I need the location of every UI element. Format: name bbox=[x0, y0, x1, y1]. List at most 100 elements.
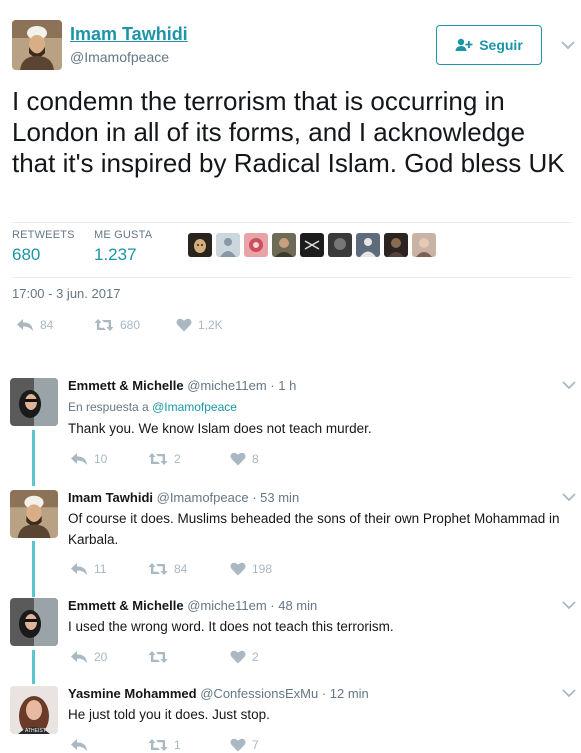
reply-text: I used the wrong word. It does not teach… bbox=[68, 619, 394, 634]
author-name[interactable]: Yasmine Mohammed bbox=[68, 686, 197, 701]
retweet-icon bbox=[148, 739, 168, 751]
chevron-down-icon[interactable] bbox=[562, 380, 576, 390]
reply-header: Yasmine Mohammed @ConfessionsExMu · 12 m… bbox=[68, 686, 369, 701]
reply-icon bbox=[71, 563, 87, 575]
avatar[interactable] bbox=[10, 598, 58, 646]
avatar[interactable]: ATHEIST bbox=[10, 686, 58, 734]
liker-avatar[interactable] bbox=[272, 233, 296, 257]
reply-count: 11 bbox=[94, 562, 107, 576]
reply-count: 84 bbox=[40, 318, 54, 332]
like-button[interactable]: 7 bbox=[230, 738, 259, 752]
in-reply-to: En respuesta a @Imamofpeace bbox=[68, 400, 237, 414]
retweet-button[interactable]: 1 bbox=[148, 738, 230, 752]
retweet-button[interactable] bbox=[148, 650, 230, 664]
reply-time[interactable]: · 1 h bbox=[270, 378, 296, 393]
liker-avatar[interactable] bbox=[412, 233, 436, 257]
like-button[interactable]: 2 bbox=[230, 650, 259, 664]
reply-time[interactable]: · 53 min bbox=[252, 490, 299, 505]
author-handle[interactable]: @ConfessionsExMu bbox=[200, 686, 318, 701]
like-count: 1,2K bbox=[198, 318, 223, 332]
liker-avatar[interactable] bbox=[356, 233, 380, 257]
liker-avatar[interactable] bbox=[244, 233, 268, 257]
retweet-button[interactable]: 2 bbox=[148, 452, 230, 466]
svg-text:ATHEIST: ATHEIST bbox=[25, 728, 46, 734]
retweet-count: 84 bbox=[174, 562, 188, 576]
retweets-stat[interactable]: RETWEETS 680 bbox=[12, 229, 75, 265]
follow-button[interactable]: Seguir bbox=[436, 25, 542, 65]
retweet-count: 1 bbox=[174, 738, 181, 752]
reply-tweet[interactable]: Emmett & Michelle @miche11em · 1 h En re… bbox=[0, 370, 581, 482]
reply-count: 20 bbox=[94, 650, 108, 664]
reply-button[interactable]: 20 bbox=[70, 650, 148, 664]
author-name[interactable]: Imam Tawhidi bbox=[68, 490, 153, 505]
add-user-icon bbox=[455, 38, 473, 51]
like-count: 7 bbox=[252, 738, 259, 752]
retweets-label: RETWEETS bbox=[12, 229, 75, 241]
like-button[interactable]: 198 bbox=[230, 562, 272, 576]
heart-icon bbox=[230, 738, 246, 752]
avatar[interactable] bbox=[10, 490, 58, 538]
tweet-stats: RETWEETS 680 ME GUSTA 1.237 bbox=[12, 222, 572, 278]
author-name[interactable]: Emmett & Michelle bbox=[68, 598, 184, 613]
author-handle[interactable]: @miche11em bbox=[187, 378, 266, 393]
reply-icon bbox=[71, 739, 87, 751]
reply-actions: 10 2 8 bbox=[70, 452, 259, 466]
author-handle[interactable]: @Imamofpeace bbox=[157, 490, 249, 505]
reply-header: Imam Tawhidi @Imamofpeace · 53 min bbox=[68, 490, 299, 505]
reply-actions: 1 7 bbox=[70, 738, 259, 752]
chevron-down-icon[interactable] bbox=[562, 600, 576, 610]
chevron-down-icon[interactable] bbox=[562, 688, 576, 698]
retweet-icon bbox=[148, 453, 168, 465]
reply-time[interactable]: · 48 min bbox=[270, 598, 317, 613]
reply-text: He just told you it does. Just stop. bbox=[68, 707, 270, 722]
tweet-timestamp[interactable]: 17:00 - 3 jun. 2017 bbox=[12, 286, 120, 301]
reply-header: Emmett & Michelle @miche11em · 48 min bbox=[68, 598, 317, 613]
retweet-icon bbox=[94, 319, 114, 331]
reply-text: Of course it does. Muslims beheaded the … bbox=[68, 511, 560, 547]
liker-avatar[interactable] bbox=[188, 233, 212, 257]
retweet-count: 2 bbox=[174, 452, 181, 466]
liker-avatar[interactable] bbox=[328, 233, 352, 257]
likers-avatars bbox=[188, 233, 436, 257]
retweet-button[interactable]: 680 bbox=[94, 318, 176, 332]
reply-icon bbox=[71, 651, 87, 663]
reply-button[interactable]: 84 bbox=[16, 318, 94, 332]
heart-icon bbox=[230, 650, 246, 664]
likes-stat[interactable]: ME GUSTA 1.237 bbox=[94, 229, 152, 265]
like-count: 198 bbox=[252, 562, 273, 576]
liker-avatar[interactable] bbox=[216, 233, 240, 257]
follow-label: Seguir bbox=[479, 37, 523, 53]
tweet-actions: 84 680 1,2K bbox=[16, 318, 223, 332]
reply-text: Thank you. We know Islam does not teach … bbox=[68, 421, 372, 436]
in-reply-handle-link[interactable]: @Imamofpeace bbox=[152, 400, 237, 414]
reply-button[interactable]: 11 bbox=[70, 562, 148, 576]
chevron-down-icon[interactable] bbox=[562, 492, 576, 502]
like-button[interactable]: 8 bbox=[230, 452, 259, 466]
author-handle[interactable]: @Imamofpeace bbox=[70, 49, 169, 65]
heart-icon bbox=[230, 562, 246, 576]
retweet-count: 680 bbox=[120, 318, 141, 332]
like-button[interactable]: 1,2K bbox=[176, 318, 223, 332]
like-count: 2 bbox=[252, 650, 259, 664]
chevron-down-icon[interactable] bbox=[561, 40, 575, 50]
reply-button[interactable] bbox=[70, 738, 148, 752]
author-name[interactable]: Emmett & Michelle bbox=[68, 378, 184, 393]
reply-count: 10 bbox=[94, 452, 108, 466]
liker-avatar[interactable] bbox=[300, 233, 324, 257]
reply-icon bbox=[17, 319, 33, 331]
reply-button[interactable]: 10 bbox=[70, 452, 148, 466]
avatar[interactable] bbox=[12, 20, 62, 70]
liker-avatar[interactable] bbox=[384, 233, 408, 257]
likes-count: 1.237 bbox=[94, 245, 137, 264]
retweet-button[interactable]: 84 bbox=[148, 562, 230, 576]
reply-time[interactable]: · 12 min bbox=[322, 686, 369, 701]
avatar[interactable] bbox=[10, 378, 58, 426]
like-count: 8 bbox=[252, 452, 259, 466]
reply-tweet[interactable]: Imam Tawhidi @Imamofpeace · 53 min Of co… bbox=[0, 482, 581, 594]
reply-tweet[interactable]: Emmett & Michelle @miche11em · 48 min I … bbox=[0, 592, 581, 684]
author-handle[interactable]: @miche11em bbox=[187, 598, 266, 613]
author-name[interactable]: Imam Tawhidi bbox=[70, 24, 188, 45]
reply-header: Emmett & Michelle @miche11em · 1 h bbox=[68, 378, 296, 393]
likes-label: ME GUSTA bbox=[94, 229, 153, 241]
reply-tweet[interactable]: ATHEIST Yasmine Mohammed @ConfessionsExM… bbox=[0, 682, 581, 753]
